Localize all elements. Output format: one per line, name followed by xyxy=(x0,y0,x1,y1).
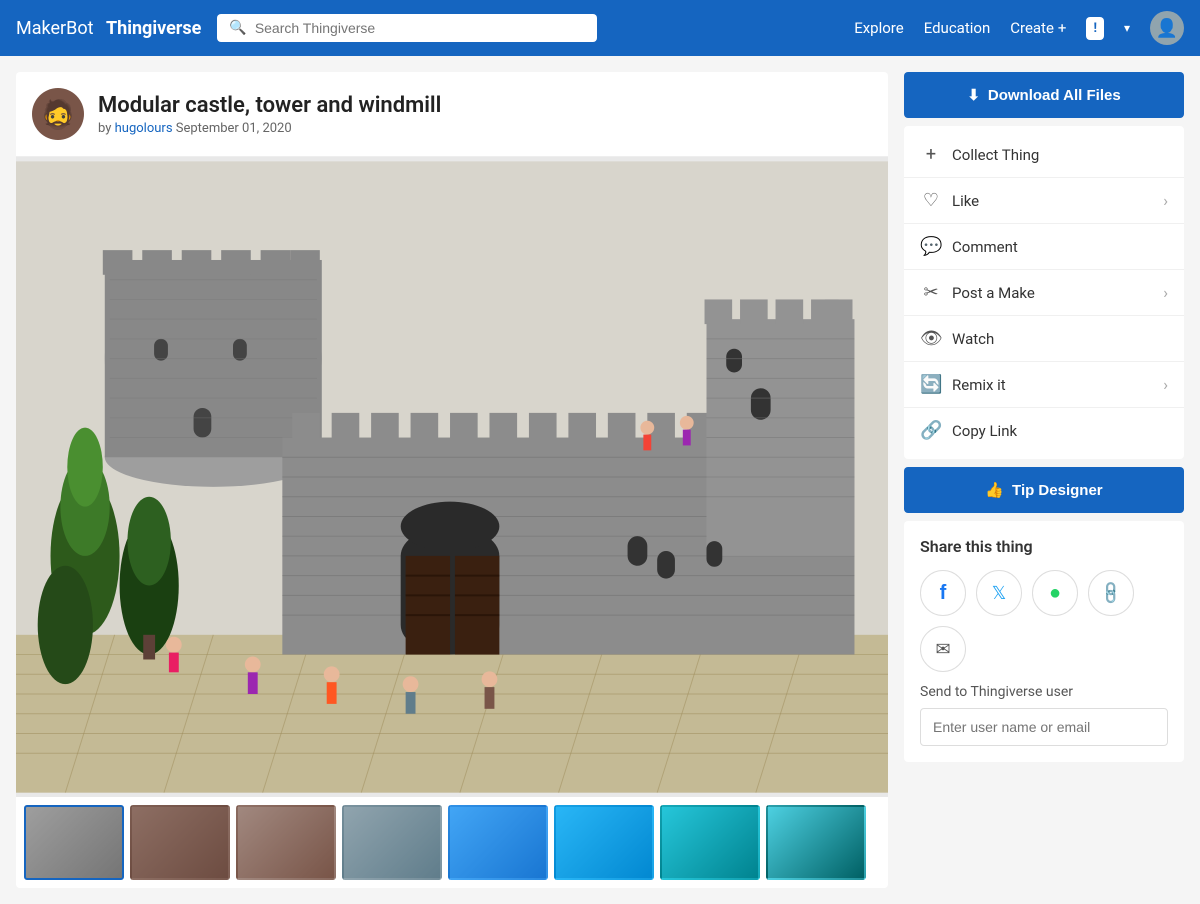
create-plus-icon: + xyxy=(1058,19,1067,37)
thumb-inner-7 xyxy=(662,807,758,878)
thumb-inner-4 xyxy=(344,807,440,878)
send-label: Send to Thingiverse user xyxy=(920,684,1168,700)
twitter-share-button[interactable]: 𝕏 xyxy=(976,570,1022,616)
share-icons-row2: ✉ xyxy=(920,626,1168,672)
post-make-arrow-icon: › xyxy=(1163,283,1168,302)
copy-link-item[interactable]: 🔗 Copy Link xyxy=(904,408,1184,453)
copy-link-label: Copy Link xyxy=(952,422,1017,440)
download-icon: ⬇ xyxy=(967,86,980,104)
post-make-item[interactable]: ✂ Post a Make › xyxy=(904,270,1184,316)
thumb-inner-5 xyxy=(450,807,546,878)
thumbnail-1[interactable] xyxy=(24,805,124,880)
facebook-share-button[interactable]: f xyxy=(920,570,966,616)
remix-label: Remix it xyxy=(952,376,1006,394)
email-share-button[interactable]: ✉ xyxy=(920,626,966,672)
dropdown-arrow-icon[interactable]: ▾ xyxy=(1124,21,1130,35)
like-label: Like xyxy=(952,192,979,210)
thing-meta: by hugolours September 01, 2020 xyxy=(98,121,441,136)
thumbnail-8[interactable] xyxy=(766,805,866,880)
thumbnail-strip xyxy=(16,797,888,888)
tip-icon: 👍 xyxy=(985,481,1004,499)
thumbnail-2[interactable] xyxy=(130,805,230,880)
whatsapp-share-button[interactable]: ● xyxy=(1032,570,1078,616)
thumbnail-7[interactable] xyxy=(660,805,760,880)
send-to-user-input[interactable] xyxy=(920,708,1168,746)
action-card: + Collect Thing ♡ Like › 💬 Comment xyxy=(904,126,1184,459)
thumb-inner-6 xyxy=(556,807,652,878)
comment-label: Comment xyxy=(952,238,1018,256)
thumbnail-4[interactable] xyxy=(342,805,442,880)
brand-thingiverse: Thingiverse xyxy=(106,18,201,39)
collect-thing-item[interactable]: + Collect Thing xyxy=(904,132,1184,178)
remix-arrow-icon: › xyxy=(1163,375,1168,394)
notification-button[interactable]: ! xyxy=(1086,17,1104,40)
like-item[interactable]: ♡ Like › xyxy=(904,178,1184,224)
navbar: MakerBot Thingiverse 🔍 Explore Education… xyxy=(0,0,1200,56)
nav-explore[interactable]: Explore xyxy=(854,19,904,37)
share-title: Share this thing xyxy=(920,537,1168,556)
chain-link-icon: 🔗 xyxy=(1097,579,1125,607)
right-sidebar: ⬇ Download All Files + Collect Thing ♡ L… xyxy=(904,72,1184,762)
post-make-icon: ✂ xyxy=(920,282,942,303)
thumb-inner-8 xyxy=(768,807,864,878)
copy-link-icon: 🔗 xyxy=(920,420,942,441)
author-link[interactable]: hugolours xyxy=(115,121,173,136)
search-bar[interactable]: 🔍 xyxy=(217,14,597,42)
comment-icon: 💬 xyxy=(920,236,942,257)
thumbnail-3[interactable] xyxy=(236,805,336,880)
thumb-inner-1 xyxy=(26,807,122,878)
nav-create[interactable]: Create + xyxy=(1010,19,1066,37)
thing-info: Modular castle, tower and windmill by hu… xyxy=(98,93,441,136)
copy-url-button[interactable]: 🔗 xyxy=(1088,570,1134,616)
thing-header: 🧔 Modular castle, tower and windmill by … xyxy=(16,72,888,157)
thumb-inner-2 xyxy=(132,807,228,878)
avatar-face-icon: 🧔 xyxy=(41,98,76,131)
create-label: Create xyxy=(1010,19,1054,37)
thing-title: Modular castle, tower and windmill xyxy=(98,93,441,118)
collect-label: Collect Thing xyxy=(952,146,1039,164)
thumbnail-5[interactable] xyxy=(448,805,548,880)
thing-date: September 01, 2020 xyxy=(176,121,292,136)
by-label: by xyxy=(98,121,111,136)
site-logo[interactable]: MakerBot Thingiverse xyxy=(16,18,201,39)
share-icons: f 𝕏 ● 🔗 xyxy=(920,570,1168,616)
comment-item[interactable]: 💬 Comment xyxy=(904,224,1184,270)
nav-education[interactable]: Education xyxy=(924,19,991,37)
mail-icon: ✉ xyxy=(935,639,950,660)
twitter-icon: 𝕏 xyxy=(992,583,1007,604)
main-image xyxy=(16,157,888,797)
like-arrow-icon: › xyxy=(1163,191,1168,210)
search-icon: 🔍 xyxy=(229,20,246,36)
search-input[interactable] xyxy=(255,20,586,36)
castle-svg xyxy=(16,157,888,797)
send-to-user-section: Send to Thingiverse user xyxy=(920,684,1168,746)
main-content: 🧔 Modular castle, tower and windmill by … xyxy=(16,72,888,888)
share-card: Share this thing f 𝕏 ● 🔗 ✉ xyxy=(904,521,1184,762)
like-icon: ♡ xyxy=(920,190,942,211)
post-make-label: Post a Make xyxy=(952,284,1035,302)
whatsapp-icon: ● xyxy=(1049,582,1061,605)
remix-icon: 🔄 xyxy=(920,374,942,395)
avatar-icon: 👤 xyxy=(1156,18,1178,39)
page-container: 🧔 Modular castle, tower and windmill by … xyxy=(0,56,1200,904)
user-avatar[interactable]: 👤 xyxy=(1150,11,1184,45)
tip-label: Tip Designer xyxy=(1012,482,1103,499)
download-all-button[interactable]: ⬇ Download All Files xyxy=(904,72,1184,118)
collect-icon: + xyxy=(920,144,942,165)
watch-icon: 👁 xyxy=(920,328,942,349)
thumbnail-6[interactable] xyxy=(554,805,654,880)
watch-label: Watch xyxy=(952,330,994,348)
tip-designer-button[interactable]: 👍 Tip Designer xyxy=(904,467,1184,513)
remix-item[interactable]: 🔄 Remix it › xyxy=(904,362,1184,408)
brand-makerbot: MakerBot xyxy=(16,18,93,39)
nav-right: Explore Education Create + ! ▾ 👤 xyxy=(854,11,1184,45)
watch-item[interactable]: 👁 Watch xyxy=(904,316,1184,362)
thumb-inner-3 xyxy=(238,807,334,878)
download-label: Download All Files xyxy=(988,87,1121,104)
author-avatar: 🧔 xyxy=(32,88,84,140)
facebook-icon: f xyxy=(940,582,947,605)
